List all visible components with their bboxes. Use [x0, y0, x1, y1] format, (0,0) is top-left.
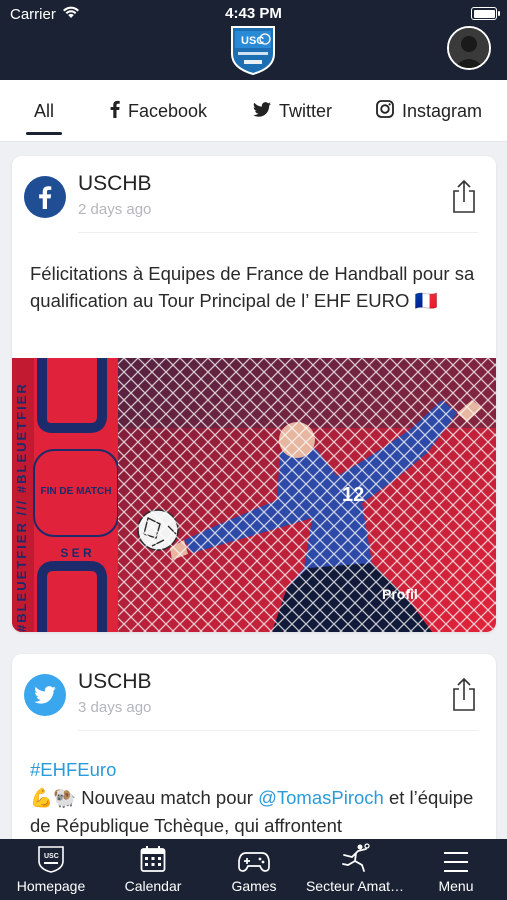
tweet-text-before: Nouveau match pour: [76, 787, 259, 808]
share-icon[interactable]: [450, 178, 478, 214]
tweet-emoji: 💪🐏: [30, 787, 77, 808]
tab-all[interactable]: All: [26, 100, 63, 135]
nav-games-label: Games: [231, 878, 277, 894]
post-card[interactable]: USCHB 2 days ago Félicitations à Equipes…: [12, 156, 496, 632]
hashtag-link[interactable]: #EHFEuro: [30, 759, 116, 780]
calendar-icon: [140, 839, 166, 873]
nav-homepage-label: Homepage: [16, 878, 86, 894]
source-filter-tabs: All Facebook Twitter Instagram: [0, 80, 507, 142]
uschb-logo-icon[interactable]: USC: [228, 24, 278, 76]
gamepad-icon: [238, 839, 270, 873]
twitter-icon: [24, 674, 66, 716]
post-text: Félicitations à Equipes de France de Han…: [30, 263, 475, 311]
menu-icon: [442, 839, 470, 873]
nav-homepage[interactable]: USC Homepage: [8, 839, 94, 900]
tab-twitter[interactable]: Twitter: [253, 100, 332, 122]
twitter-icon: [253, 101, 271, 122]
top-header: Carrier 4:43 PM USC: [0, 0, 507, 80]
avatar[interactable]: [447, 26, 491, 70]
battery-icon: [471, 7, 500, 20]
handball-player-icon: [340, 839, 370, 873]
nav-menu-label: Menu: [438, 878, 474, 894]
homepage-icon: USC: [36, 839, 66, 873]
bottom-tab-bar: USC Homepage Calendar Games Secteur Amat…: [0, 839, 507, 900]
facebook-icon: [110, 100, 120, 123]
nav-games[interactable]: Games: [210, 839, 298, 900]
nav-calendar[interactable]: Calendar: [108, 839, 198, 900]
tab-all-label: All: [34, 100, 55, 121]
nav-secteur-label: Secteur Amat…: [305, 878, 405, 894]
tab-facebook-label: Facebook: [128, 100, 208, 121]
svg-text:USC: USC: [44, 853, 59, 860]
tweet-text: #EHFEuro 💪🐏 Nouveau match pour @TomasPir…: [30, 756, 478, 839]
tab-selected-indicator: [26, 132, 63, 135]
tab-twitter-label: Twitter: [279, 100, 333, 121]
post-image[interactable]: #BLEUETFIER /// #BLEUETFIER 29 FIN DE MA…: [12, 358, 496, 632]
share-icon[interactable]: [450, 676, 478, 712]
tab-instagram-label: Instagram: [402, 100, 483, 121]
tab-facebook[interactable]: Facebook: [110, 100, 207, 122]
nav-calendar-label: Calendar: [124, 878, 182, 894]
image-side-text: #BLEUETFIER /// #BLEUETFIER: [14, 382, 29, 632]
divider: [78, 232, 478, 233]
post-author: USCHB: [78, 172, 152, 195]
facebook-icon: [24, 176, 66, 218]
post-time: 3 days ago: [78, 699, 152, 716]
instagram-icon: [376, 99, 394, 123]
clock: 4:43 PM: [225, 5, 282, 22]
nav-secteur-amateur[interactable]: Secteur Amat…: [300, 839, 410, 900]
post-author: USCHB: [78, 670, 152, 693]
news-feed[interactable]: USCHB 2 days ago Félicitations à Equipes…: [0, 142, 507, 839]
image-label: FIN DE MATCH: [40, 486, 112, 497]
image-jersey-brand: Profil: [382, 586, 418, 602]
image-vs-text: S E R: [60, 546, 92, 560]
tab-instagram[interactable]: Instagram: [376, 99, 483, 123]
mention-link[interactable]: @TomasPiroch: [258, 787, 384, 808]
post-time: 2 days ago: [78, 201, 152, 218]
status-bar: Carrier 4:43 PM: [0, 5, 507, 25]
image-jersey-number: 12: [342, 484, 365, 506]
post-card[interactable]: USCHB 3 days ago #EHFEuro 💪🐏 Nouveau mat…: [12, 654, 496, 839]
divider: [78, 730, 478, 731]
nav-menu[interactable]: Menu: [420, 839, 492, 900]
